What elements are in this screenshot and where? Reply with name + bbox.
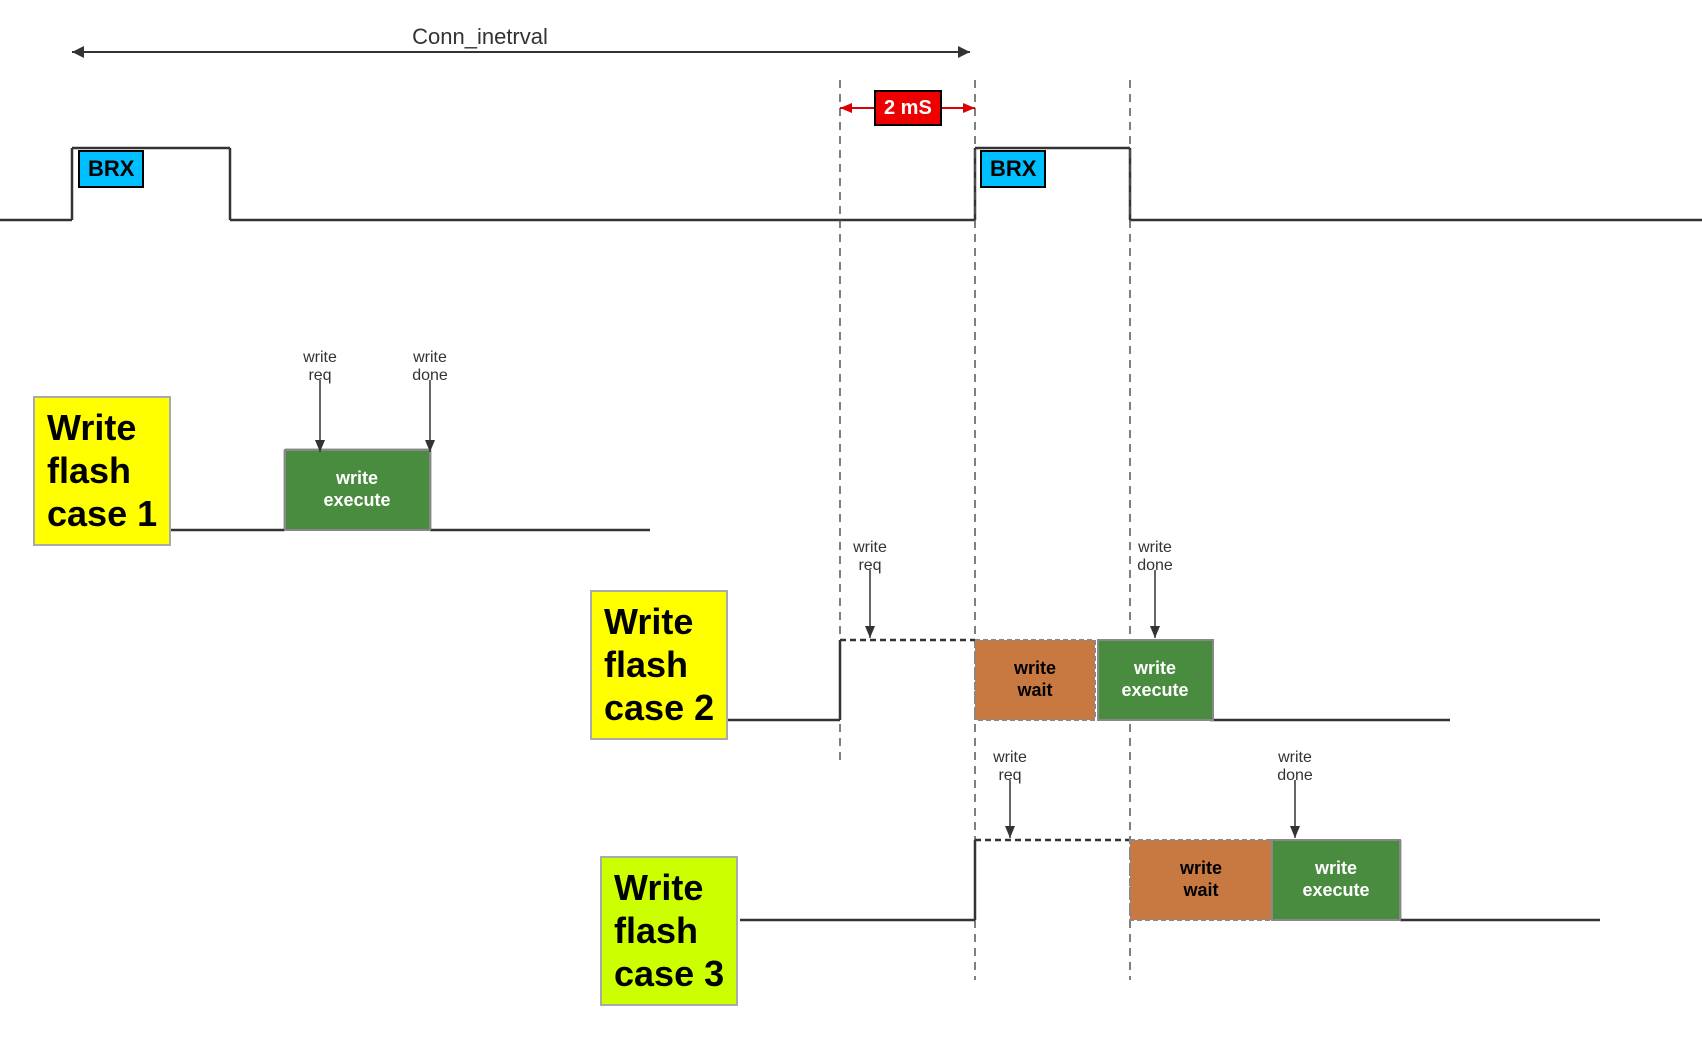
brx-label-right: BRX xyxy=(980,150,1046,188)
write-flash-case2-label: Write flash case 2 xyxy=(590,590,728,740)
svg-text:Conn_inetrval: Conn_inetrval xyxy=(412,24,548,49)
svg-text:write: write xyxy=(1133,658,1176,678)
svg-text:req: req xyxy=(858,557,881,574)
svg-text:wait: wait xyxy=(1016,680,1052,700)
svg-text:execute: execute xyxy=(1121,680,1188,700)
svg-text:write: write xyxy=(335,468,378,488)
svg-text:write: write xyxy=(1137,539,1172,556)
svg-text:wait: wait xyxy=(1182,880,1218,900)
svg-text:write: write xyxy=(1314,858,1357,878)
svg-text:write: write xyxy=(992,749,1027,766)
svg-text:execute: execute xyxy=(1302,880,1369,900)
svg-text:write: write xyxy=(1179,858,1222,878)
svg-text:write: write xyxy=(302,349,337,366)
brx-label-left: BRX xyxy=(78,150,144,188)
write-flash-case1-label: Write flash case 1 xyxy=(33,396,171,546)
svg-text:write: write xyxy=(852,539,887,556)
svg-text:req: req xyxy=(998,767,1021,784)
2ms-label: 2 mS xyxy=(874,90,942,126)
svg-text:done: done xyxy=(412,367,448,384)
write-flash-case3-label: Write flash case 3 xyxy=(600,856,738,1006)
svg-text:write: write xyxy=(412,349,447,366)
svg-text:done: done xyxy=(1137,557,1173,574)
svg-text:execute: execute xyxy=(323,490,390,510)
svg-text:write: write xyxy=(1013,658,1056,678)
svg-text:req: req xyxy=(308,367,331,384)
svg-text:write: write xyxy=(1277,749,1312,766)
svg-text:done: done xyxy=(1277,767,1313,784)
